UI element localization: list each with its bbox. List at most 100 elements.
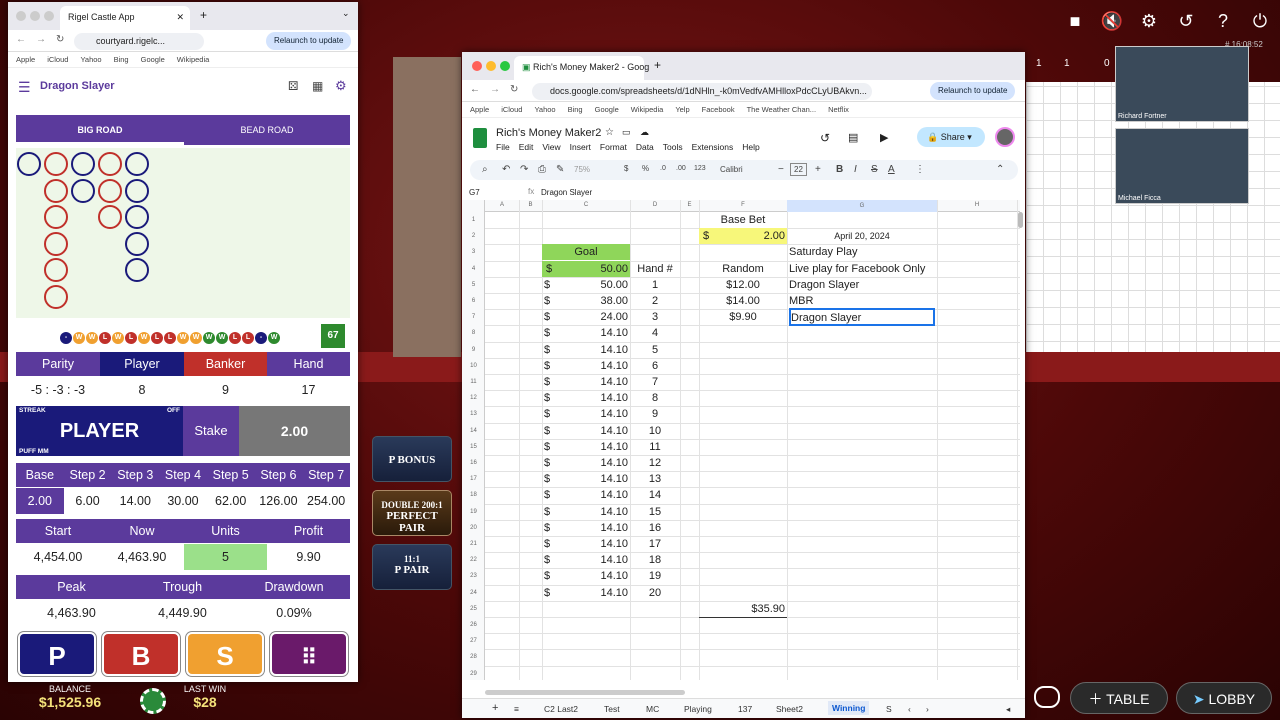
bookmark[interactable]: Google	[141, 55, 165, 64]
bankroll-cell[interactable]: 14.10	[544, 423, 628, 439]
row-number[interactable]: 28	[462, 654, 485, 660]
note-cell[interactable]: Live play for Facebook Only	[789, 261, 935, 277]
hand-number-cell[interactable]: 20	[632, 585, 678, 601]
player-bet-button[interactable]: P	[18, 632, 96, 676]
bookmark[interactable]: Bing	[114, 55, 129, 64]
menu-item[interactable]: File	[496, 142, 510, 152]
row-number[interactable]: 5	[462, 282, 485, 288]
row-number[interactable]: 23	[462, 573, 485, 579]
bankroll-cell[interactable]: 14.10	[544, 487, 628, 503]
row-number[interactable]: 25	[462, 606, 485, 612]
dice-icon[interactable]: ⚄	[288, 79, 298, 93]
reload-icon[interactable]: ↻	[56, 34, 64, 45]
bookmark[interactable]: iCloud	[501, 105, 522, 114]
row-number[interactable]: 10	[462, 363, 485, 369]
url-field[interactable]: docs.google.com/spreadsheets/d/1dNHln_-k…	[532, 83, 872, 100]
bankroll-cell[interactable]: 14.10	[544, 504, 628, 520]
skip-button[interactable]: S	[186, 632, 264, 676]
font-size-increase-icon[interactable]: +	[815, 164, 821, 175]
bookmark[interactable]: Yahoo	[534, 105, 555, 114]
goal-value[interactable]: 50.00	[544, 261, 628, 277]
folder-icon[interactable]: ▭	[622, 127, 631, 138]
row-number[interactable]: 16	[462, 460, 485, 466]
number-format-icon[interactable]: 123	[694, 165, 706, 172]
row-number[interactable]: 12	[462, 395, 485, 401]
perfect-pair-bet[interactable]: DOUBLE 200:1 PERFECT PAIR	[372, 490, 452, 536]
sheet-tab[interactable]: C2 Last2	[544, 704, 578, 714]
abacus-icon[interactable]: ▦	[312, 79, 323, 93]
hand-number-cell[interactable]: 18	[632, 552, 678, 568]
vertical-scrollbar[interactable]	[1018, 212, 1023, 228]
bankroll-cell[interactable]: 14.10	[544, 439, 628, 455]
bankroll-cell[interactable]: 14.10	[544, 374, 628, 390]
avatar[interactable]	[995, 127, 1015, 147]
hand-number-cell[interactable]: 4	[632, 325, 678, 341]
decimal-icon[interactable]: .0	[660, 165, 666, 172]
row-number[interactable]: 2	[462, 233, 485, 239]
power-icon[interactable]: ⏻	[1247, 8, 1273, 34]
gear-icon[interactable]: ⚙	[1136, 8, 1162, 34]
more-icon[interactable]: ⋮	[915, 164, 925, 175]
version-history-icon[interactable]: ↺	[820, 131, 830, 145]
zoom-select[interactable]: 75%	[574, 165, 590, 174]
sheet-tab[interactable]: Test	[604, 704, 620, 714]
tab-menu-icon[interactable]: ⌄	[342, 8, 350, 19]
sheets-logo-icon[interactable]	[473, 128, 487, 148]
base-bet-value[interactable]: 2.00	[701, 228, 785, 244]
video-icon[interactable]: ■	[1062, 8, 1088, 34]
sheet-tab[interactable]: S	[886, 704, 892, 714]
bankroll-cell[interactable]: 14.10	[544, 325, 628, 341]
row-number[interactable]: 17	[462, 476, 485, 482]
undo-icon[interactable]: ↶	[502, 164, 510, 175]
p-pair-bet[interactable]: 11:1 P PAIR	[372, 544, 452, 590]
sheet-tab[interactable]: Winning	[828, 701, 870, 715]
bankroll-cell[interactable]: 24.00	[544, 309, 628, 325]
bankroll-cell[interactable]: 14.10	[544, 455, 628, 471]
tab-bead-road[interactable]: BEAD ROAD	[184, 115, 350, 145]
doc-title[interactable]: Rich's Money Maker2	[496, 127, 601, 139]
column-header[interactable]: E	[680, 202, 699, 208]
row-number[interactable]: 15	[462, 444, 485, 450]
grid-menu-button[interactable]: ⠿	[270, 632, 348, 676]
sheet-tab[interactable]: Playing	[684, 704, 712, 714]
font-size-field[interactable]: 22	[790, 163, 807, 176]
scroll-right-icon[interactable]: ›	[926, 704, 929, 714]
row-number[interactable]: 21	[462, 541, 485, 547]
bankroll-cell[interactable]: 38.00	[544, 293, 628, 309]
tab-rigel[interactable]: Rigel Castle App ✕	[60, 6, 190, 30]
bookmark[interactable]: Wikipedia	[631, 105, 664, 114]
bankroll-cell[interactable]: 14.10	[544, 342, 628, 358]
random-cell[interactable]: $9.90	[701, 309, 785, 325]
new-tab-button[interactable]: +	[200, 8, 207, 22]
text-color-icon[interactable]: A	[888, 164, 895, 175]
row-number[interactable]: 1	[462, 217, 485, 223]
hand-number-cell[interactable]: 6	[632, 358, 678, 374]
note-cell[interactable]: Saturday Play	[789, 244, 935, 260]
explore-icon[interactable]: ◂	[1006, 704, 1010, 715]
selected-cell[interactable]: Dragon Slayer	[789, 308, 935, 327]
random-cell[interactable]: $14.00	[701, 293, 785, 309]
banker-bet-button[interactable]: B	[102, 632, 180, 676]
bookmark[interactable]: Facebook	[702, 105, 735, 114]
goal-label[interactable]: Goal	[542, 244, 630, 261]
bookmark[interactable]: iCloud	[47, 55, 68, 64]
menu-item[interactable]: Help	[742, 142, 759, 152]
font-size-decrease-icon[interactable]: −	[778, 164, 784, 175]
bankroll-cell[interactable]: 14.10	[544, 358, 628, 374]
hand-number-cell[interactable]: 3	[632, 309, 678, 325]
bankroll-cell[interactable]: 14.10	[544, 552, 628, 568]
star-icon[interactable]: ☆	[605, 127, 614, 138]
forward-icon[interactable]: →	[490, 84, 500, 95]
back-icon[interactable]: ←	[16, 34, 26, 45]
bankroll-cell[interactable]: 14.10	[544, 471, 628, 487]
row-number[interactable]: 19	[462, 509, 485, 515]
formula-field[interactable]: Dragon Slayer	[541, 188, 592, 197]
hand-number-cell[interactable]: 10	[632, 423, 678, 439]
history-icon[interactable]: ↺	[1173, 8, 1199, 34]
hand-number-cell[interactable]: 8	[632, 390, 678, 406]
spreadsheet-grid[interactable]: A B C D E F G H 1 2 3 4 5 6 7 8 9 10 11 12 13 14 15 16 17 18 19 20 2…	[462, 200, 1020, 680]
meet-icon[interactable]: ▶	[880, 131, 888, 144]
bookmark[interactable]: Apple	[470, 105, 489, 114]
hand-number-cell[interactable]: 17	[632, 536, 678, 552]
hamburger-icon[interactable]: ☰	[18, 79, 31, 96]
